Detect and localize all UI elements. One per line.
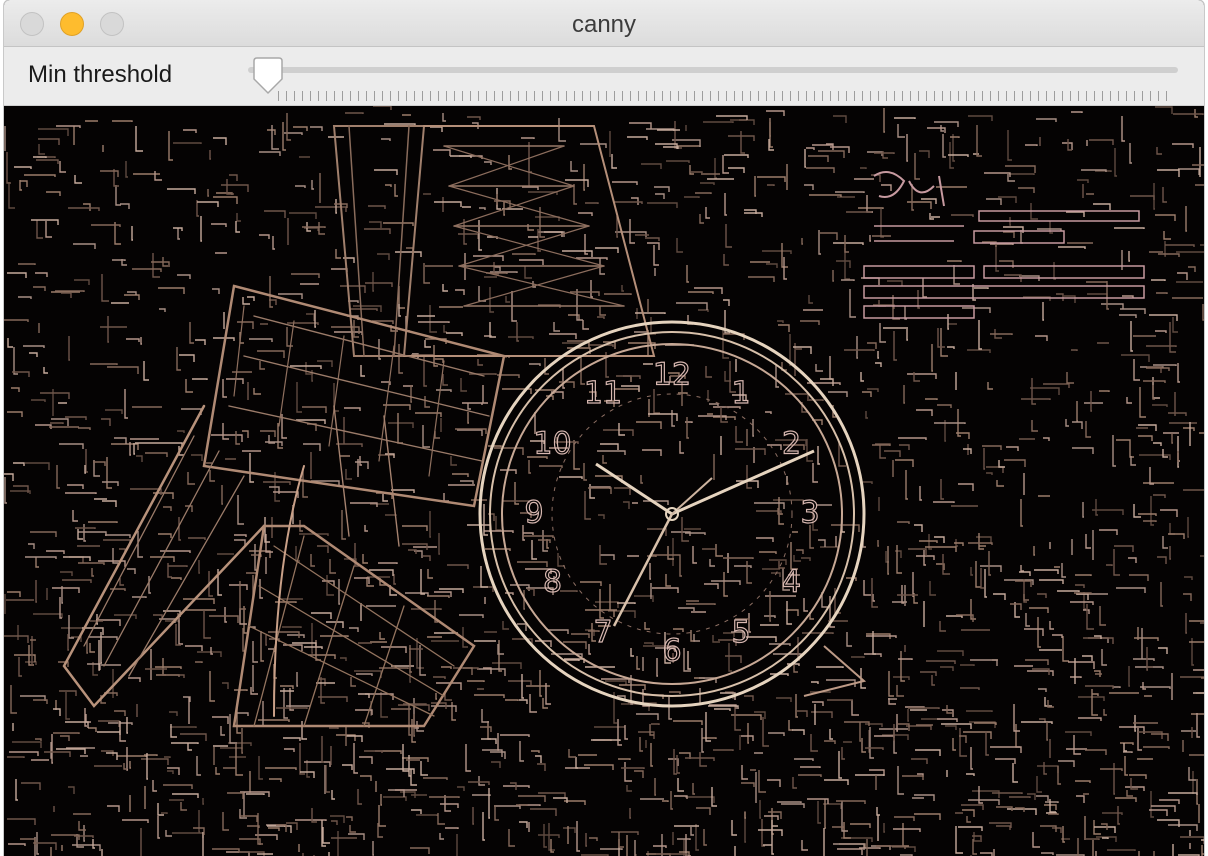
watch-numeral: 8 <box>543 565 562 600</box>
paper-text-edges <box>863 171 1145 319</box>
watch-numeral: 3 <box>800 496 819 531</box>
min-threshold-slider[interactable] <box>248 53 1184 103</box>
watch-numeral: 10 <box>533 427 571 462</box>
pocket-watch-edges: 12 12 3 45 6 789 10 11 <box>478 320 867 708</box>
background-edge-noise <box>4 106 1204 856</box>
watch-numeral: 2 <box>782 427 801 462</box>
edge-noise-path <box>4 113 1200 856</box>
watch-numeral: 11 <box>584 376 622 411</box>
watch-numeral: 4 <box>782 565 801 600</box>
slider-tick-marks <box>278 91 1170 101</box>
watch-numeral: 9 <box>524 496 543 531</box>
watch-numeral: 6 <box>662 634 681 669</box>
watch-numeral: 5 <box>731 615 750 650</box>
threshold-toolbar: Min threshold <box>4 47 1204 106</box>
canny-edges-canvas: 12 12 3 45 6 789 10 11 <box>4 106 1204 856</box>
canny-window: canny Min threshold 12 1 2 3 4 5 6 7 8 9… <box>4 0 1204 856</box>
watch-numeral: 7 <box>593 615 612 650</box>
slider-thumb[interactable] <box>251 57 285 95</box>
window-title: canny <box>571 11 637 38</box>
watch-numeral: 12 <box>653 358 691 393</box>
slider-track[interactable] <box>248 67 1178 73</box>
min-threshold-label: Min threshold <box>28 61 173 88</box>
edge-detection-image: 12 1 2 3 4 5 6 7 8 9 10 11 <box>4 106 1204 856</box>
title-bar[interactable]: canny <box>4 0 1204 47</box>
watch-numeral: 1 <box>731 376 750 411</box>
